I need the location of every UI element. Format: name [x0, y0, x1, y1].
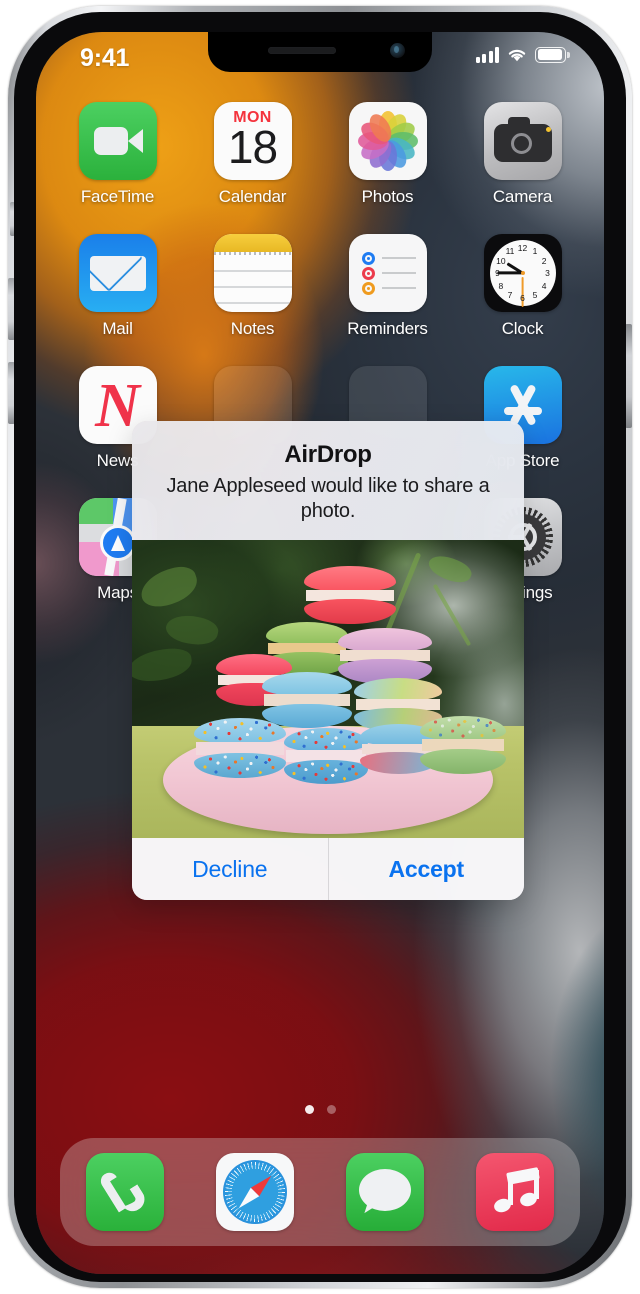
notes-icon[interactable] — [213, 234, 292, 312]
airdrop-actions: Decline Accept — [132, 838, 524, 900]
clock-numeral: 12 — [517, 243, 528, 253]
airdrop-photo-preview — [132, 540, 524, 838]
app-calendar[interactable]: MON 18 Calendar — [201, 102, 305, 207]
wifi-icon — [508, 49, 526, 61]
music-icon[interactable] — [476, 1153, 554, 1231]
dock — [60, 1138, 580, 1246]
app-label: Calendar — [218, 187, 287, 206]
clock-numeral: 11 — [505, 246, 515, 257]
app-label: Notes — [230, 319, 275, 338]
app-row-1: FaceTime MON 18 Calendar Photos Camera — [36, 102, 604, 207]
app-facetime[interactable]: FaceTime — [66, 102, 170, 207]
app-label: Clock — [501, 319, 544, 338]
app-label: FaceTime — [80, 187, 155, 206]
macaron-sprinkle-mid — [284, 728, 368, 784]
facetime-icon[interactable] — [78, 102, 157, 180]
app-label: Photos — [361, 187, 414, 206]
earpiece-speaker-icon — [268, 47, 336, 54]
app-label: Mail — [102, 319, 133, 338]
calendar-day: 18 — [227, 121, 278, 173]
clock-numeral: 10 — [496, 255, 506, 266]
iphone-screen: 9:41 FaceTime MON 18 Calendar Photos Cam… — [36, 32, 604, 1274]
clock-numeral: 7 — [507, 289, 513, 300]
clock-numeral: 3 — [545, 268, 550, 278]
clock-icon[interactable]: 12 1 2 3 4 5 6 7 8 9 10 11 — [483, 234, 562, 312]
app-reminders[interactable]: Reminders — [336, 234, 440, 339]
accept-button[interactable]: Accept — [329, 838, 525, 900]
cellular-bars-icon — [475, 46, 499, 63]
front-camera-icon — [390, 43, 405, 58]
macaron-purple — [338, 628, 432, 684]
phone-icon[interactable] — [86, 1153, 164, 1231]
iphone-device-frame: 9:41 FaceTime MON 18 Calendar Photos Cam… — [8, 6, 632, 1288]
messages-icon[interactable] — [346, 1153, 424, 1231]
reminders-icon[interactable] — [348, 234, 427, 312]
clock-numeral: 6 — [520, 293, 525, 303]
app-label: Camera — [492, 187, 553, 206]
clock-numeral: 2 — [541, 255, 547, 266]
app-mail[interactable]: Mail — [66, 234, 170, 339]
power-button[interactable] — [625, 324, 632, 428]
screenshot-root: 9:41 FaceTime MON 18 Calendar Photos Cam… — [0, 0, 640, 1294]
macaron-pink-top — [304, 566, 396, 624]
app-clock[interactable]: 12 1 2 3 4 5 6 7 8 9 10 11 Clock — [471, 234, 575, 339]
macaron-sprinkle-left — [194, 718, 286, 778]
macaron-green-right — [420, 716, 506, 774]
calendar-icon[interactable]: MON 18 — [213, 102, 292, 180]
airdrop-title: AirDrop — [284, 441, 372, 468]
mail-icon[interactable] — [78, 234, 157, 312]
page-indicator[interactable] — [36, 1105, 604, 1114]
status-time: 9:41 — [80, 44, 130, 72]
app-camera[interactable]: Camera — [471, 102, 575, 207]
camera-icon[interactable] — [483, 102, 562, 180]
decline-button[interactable]: Decline — [132, 838, 328, 900]
clock-numeral: 9 — [495, 268, 500, 278]
battery-icon — [535, 46, 570, 63]
clock-numeral: 4 — [541, 280, 547, 291]
status-indicators — [475, 46, 570, 63]
page-dot-1[interactable] — [304, 1105, 314, 1114]
clock-numeral: 5 — [532, 289, 538, 300]
app-photos[interactable]: Photos — [336, 102, 440, 207]
display-notch — [208, 32, 432, 72]
app-row-2: Mail Notes Reminders 12 1 2 3 4 5 6 7 8 … — [36, 234, 604, 339]
safari-icon[interactable] — [216, 1153, 294, 1231]
page-dot-2[interactable] — [326, 1105, 336, 1114]
photos-icon[interactable] — [348, 102, 427, 180]
airdrop-header: AirDrop Jane Appleseed would like to sha… — [132, 421, 524, 540]
clock-numeral: 8 — [498, 280, 504, 291]
app-notes[interactable]: Notes — [201, 234, 305, 339]
app-label: Reminders — [347, 319, 428, 338]
macaron-blue-mid — [262, 672, 352, 728]
airdrop-dialog: AirDrop Jane Appleseed would like to sha… — [132, 421, 524, 900]
airdrop-message: Jane Appleseed would like to share a pho… — [166, 475, 490, 522]
